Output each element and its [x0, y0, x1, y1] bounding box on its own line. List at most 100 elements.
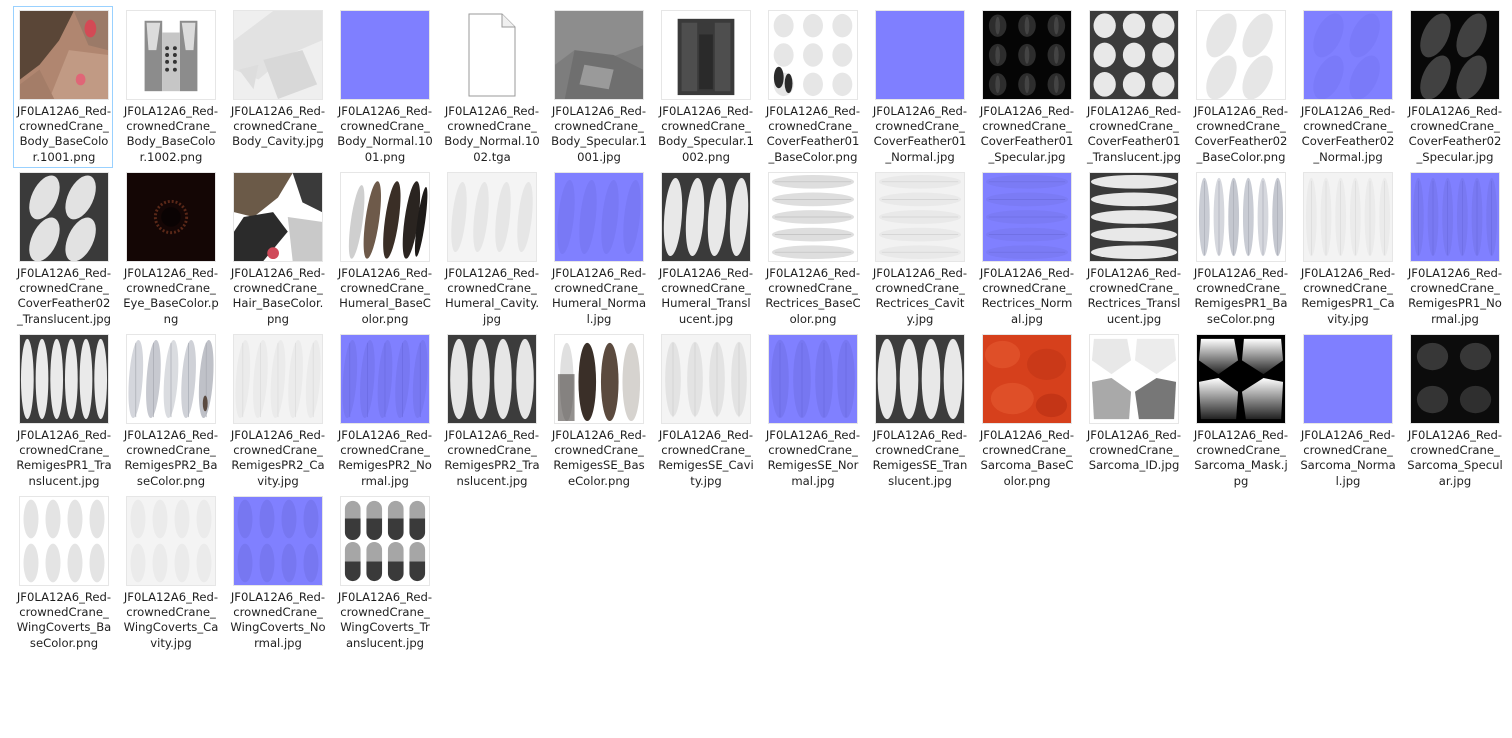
file-item[interactable]: JF0LA12A6_Red-crownedCrane_CoverFeather0… [1297, 6, 1397, 168]
file-name-label: JF0LA12A6_Red-crownedCrane_CoverFeather0… [1300, 104, 1396, 164]
file-item[interactable]: JF0LA12A6_Red-crownedCrane_RemigesPR2_Ca… [227, 330, 327, 492]
file-item[interactable]: JF0LA12A6_Red-crownedCrane_Humeral_Trans… [655, 168, 755, 330]
file-name-label: JF0LA12A6_Red-crownedCrane_Rectrices_Tra… [1086, 266, 1182, 326]
file-item[interactable]: JF0LA12A6_Red-crownedCrane_Sarcoma_Mask.… [1190, 330, 1290, 492]
texture-thumbnail [233, 172, 323, 262]
file-name-label: JF0LA12A6_Red-crownedCrane_Rectrices_Nor… [979, 266, 1075, 326]
file-name-label: JF0LA12A6_Red-crownedCrane_Sarcoma_ID.jp… [1086, 428, 1182, 473]
file-item[interactable]: JF0LA12A6_Red-crownedCrane_Sarcoma_BaseC… [976, 330, 1076, 492]
file-item[interactable]: JF0LA12A6_Red-crownedCrane_Body_Cavity.j… [227, 6, 327, 168]
file-item[interactable]: JF0LA12A6_Red-crownedCrane_WingCoverts_B… [13, 492, 113, 654]
texture-thumbnail [982, 334, 1072, 424]
texture-thumbnail [233, 496, 323, 586]
texture-thumbnail [126, 172, 216, 262]
generic-file-icon [447, 10, 537, 100]
texture-thumbnail [126, 334, 216, 424]
file-item[interactable]: JF0LA12A6_Red-crownedCrane_Rectrices_Cav… [869, 168, 969, 330]
file-name-label: JF0LA12A6_Red-crownedCrane_RemigesSE_Nor… [765, 428, 861, 488]
file-name-label: JF0LA12A6_Red-crownedCrane_RemigesPR2_No… [337, 428, 433, 488]
file-item[interactable]: JF0LA12A6_Red-crownedCrane_CoverFeather0… [1083, 6, 1183, 168]
file-name-label: JF0LA12A6_Red-crownedCrane_WingCoverts_T… [337, 590, 433, 650]
file-item[interactable]: JF0LA12A6_Red-crownedCrane_Hair_BaseColo… [227, 168, 327, 330]
file-item[interactable]: JF0LA12A6_Red-crownedCrane_Body_Normal.1… [334, 6, 434, 168]
file-item[interactable]: JF0LA12A6_Red-crownedCrane_WingCoverts_N… [227, 492, 327, 654]
texture-thumbnail [340, 496, 430, 586]
texture-thumbnail [19, 10, 109, 100]
file-item[interactable]: JF0LA12A6_Red-crownedCrane_Eye_BaseColor… [120, 168, 220, 330]
file-item[interactable]: JF0LA12A6_Red-crownedCrane_RemigesPR1_No… [1404, 168, 1504, 330]
texture-thumbnail [875, 172, 965, 262]
texture-thumbnail [1196, 172, 1286, 262]
file-name-label: JF0LA12A6_Red-crownedCrane_Rectrices_Cav… [872, 266, 968, 326]
file-name-label: JF0LA12A6_Red-crownedCrane_Sarcoma_Mask.… [1193, 428, 1289, 488]
file-item[interactable]: JF0LA12A6_Red-crownedCrane_RemigesPR1_Ca… [1297, 168, 1397, 330]
texture-thumbnail [1196, 334, 1286, 424]
texture-thumbnail [982, 172, 1072, 262]
file-name-label: JF0LA12A6_Red-crownedCrane_RemigesPR2_Ca… [230, 428, 326, 488]
file-item[interactable]: JF0LA12A6_Red-crownedCrane_WingCoverts_T… [334, 492, 434, 654]
texture-thumbnail [1303, 10, 1393, 100]
texture-thumbnail [1410, 10, 1500, 100]
file-item[interactable]: JF0LA12A6_Red-crownedCrane_CoverFeather0… [13, 168, 113, 330]
file-item[interactable]: JF0LA12A6_Red-crownedCrane_Humeral_Norma… [548, 168, 648, 330]
texture-thumbnail [554, 10, 644, 100]
file-item[interactable]: JF0LA12A6_Red-crownedCrane_RemigesSE_Cav… [655, 330, 755, 492]
file-name-label: JF0LA12A6_Red-crownedCrane_CoverFeather0… [1086, 104, 1182, 164]
file-name-label: JF0LA12A6_Red-crownedCrane_Humeral_Cavit… [444, 266, 540, 326]
file-item[interactable]: JF0LA12A6_Red-crownedCrane_CoverFeather0… [1190, 6, 1290, 168]
file-name-label: JF0LA12A6_Red-crownedCrane_Body_BaseColo… [16, 104, 112, 164]
file-item[interactable]: JF0LA12A6_Red-crownedCrane_CoverFeather0… [1404, 6, 1504, 168]
file-item[interactable]: JF0LA12A6_Red-crownedCrane_CoverFeather0… [869, 6, 969, 168]
file-name-label: JF0LA12A6_Red-crownedCrane_RemigesPR1_No… [1407, 266, 1503, 326]
file-item[interactable]: JF0LA12A6_Red-crownedCrane_WingCoverts_C… [120, 492, 220, 654]
file-item[interactable]: JF0LA12A6_Red-crownedCrane_Sarcoma_Norma… [1297, 330, 1397, 492]
file-name-label: JF0LA12A6_Red-crownedCrane_Hair_BaseColo… [230, 266, 326, 326]
texture-thumbnail [554, 172, 644, 262]
texture-thumbnail [1303, 334, 1393, 424]
file-name-label: JF0LA12A6_Red-crownedCrane_Sarcoma_Specu… [1407, 428, 1503, 488]
file-name-label: JF0LA12A6_Red-crownedCrane_Body_Normal.1… [337, 104, 433, 164]
file-item[interactable]: JF0LA12A6_Red-crownedCrane_Sarcoma_ID.jp… [1083, 330, 1183, 492]
file-item[interactable]: JF0LA12A6_Red-crownedCrane_RemigesPR2_No… [334, 330, 434, 492]
file-name-label: JF0LA12A6_Red-crownedCrane_WingCoverts_C… [123, 590, 219, 650]
file-item[interactable]: JF0LA12A6_Red-crownedCrane_CoverFeather0… [762, 6, 862, 168]
file-item[interactable]: JF0LA12A6_Red-crownedCrane_Body_BaseColo… [13, 6, 113, 168]
file-item[interactable]: JF0LA12A6_Red-crownedCrane_RemigesSE_Tra… [869, 330, 969, 492]
file-item[interactable]: JF0LA12A6_Red-crownedCrane_RemigesPR2_Tr… [441, 330, 541, 492]
file-item[interactable]: JF0LA12A6_Red-crownedCrane_Rectrices_Tra… [1083, 168, 1183, 330]
file-item[interactable]: JF0LA12A6_Red-crownedCrane_Body_BaseColo… [120, 6, 220, 168]
file-name-label: JF0LA12A6_Red-crownedCrane_CoverFeather0… [979, 104, 1075, 164]
file-item[interactable]: JF0LA12A6_Red-crownedCrane_Humeral_Cavit… [441, 168, 541, 330]
texture-thumbnail [768, 334, 858, 424]
texture-thumbnail [447, 334, 537, 424]
file-item[interactable]: JF0LA12A6_Red-crownedCrane_Body_Normal.1… [441, 6, 541, 168]
texture-thumbnail [1196, 10, 1286, 100]
file-item[interactable]: JF0LA12A6_Red-crownedCrane_Rectrices_Nor… [976, 168, 1076, 330]
texture-thumbnail [875, 334, 965, 424]
file-item[interactable]: JF0LA12A6_Red-crownedCrane_CoverFeather0… [976, 6, 1076, 168]
file-item[interactable]: JF0LA12A6_Red-crownedCrane_Body_Specular… [548, 6, 648, 168]
file-item[interactable]: JF0LA12A6_Red-crownedCrane_Rectrices_Bas… [762, 168, 862, 330]
file-name-label: JF0LA12A6_Red-crownedCrane_RemigesPR2_Tr… [444, 428, 540, 488]
file-name-label: JF0LA12A6_Red-crownedCrane_RemigesPR1_Tr… [16, 428, 112, 488]
file-item[interactable]: JF0LA12A6_Red-crownedCrane_Humeral_BaseC… [334, 168, 434, 330]
file-item[interactable]: JF0LA12A6_Red-crownedCrane_Body_Specular… [655, 6, 755, 168]
file-item[interactable]: JF0LA12A6_Red-crownedCrane_RemigesSE_Bas… [548, 330, 648, 492]
file-item[interactable]: JF0LA12A6_Red-crownedCrane_RemigesPR1_Tr… [13, 330, 113, 492]
texture-thumbnail [1089, 172, 1179, 262]
file-name-label: JF0LA12A6_Red-crownedCrane_WingCoverts_B… [16, 590, 112, 650]
file-name-label: JF0LA12A6_Red-crownedCrane_CoverFeather0… [16, 266, 112, 326]
file-item[interactable]: JF0LA12A6_Red-crownedCrane_Sarcoma_Specu… [1404, 330, 1504, 492]
file-name-label: JF0LA12A6_Red-crownedCrane_RemigesSE_Bas… [551, 428, 647, 488]
texture-thumbnail [19, 496, 109, 586]
file-item[interactable]: JF0LA12A6_Red-crownedCrane_RemigesPR2_Ba… [120, 330, 220, 492]
texture-thumbnail [19, 172, 109, 262]
file-item[interactable]: JF0LA12A6_Red-crownedCrane_RemigesSE_Nor… [762, 330, 862, 492]
file-name-label: JF0LA12A6_Red-crownedCrane_Humeral_BaseC… [337, 266, 433, 326]
texture-thumbnail [447, 172, 537, 262]
file-name-label: JF0LA12A6_Red-crownedCrane_WingCoverts_N… [230, 590, 326, 650]
texture-thumbnail [1410, 172, 1500, 262]
texture-thumbnail [554, 334, 644, 424]
file-item[interactable]: JF0LA12A6_Red-crownedCrane_RemigesPR1_Ba… [1190, 168, 1290, 330]
texture-thumbnail [1303, 172, 1393, 262]
